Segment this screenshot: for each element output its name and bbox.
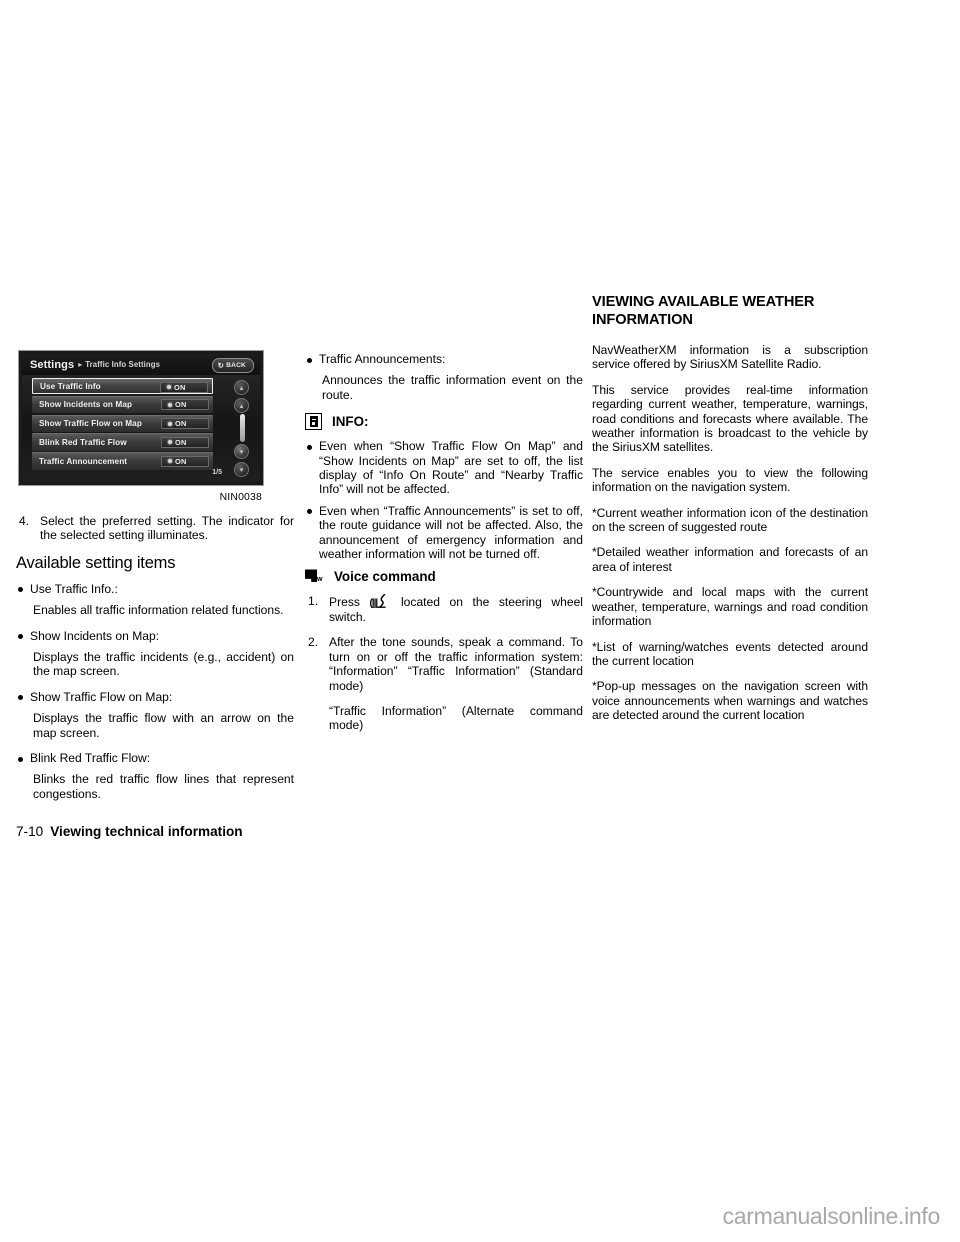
scroll-top-button[interactable]: ▴ [234,380,249,395]
nav-list-item-toggle[interactable]: ON [160,381,208,393]
nav-scroll-controls: ▴ ▴ ▾ ▾ [230,378,256,478]
nav-list-item-toggle[interactable]: ON [161,455,209,467]
breadcrumb-separator-icon: ▸ [78,360,83,369]
chevron-up-icon: ▴ [239,384,244,392]
page-number: 7-10 [16,824,44,839]
nav-list-item-value: ON [175,400,187,410]
nav-title: Settings [30,358,75,371]
voice-step-2-number: 2. [308,635,319,650]
nav-subtitle: Traffic Info Settings [85,360,161,369]
back-arrow-icon: ↻ [217,360,225,370]
voice-command-heading: w Voice command [305,568,583,585]
info-bullet-2: Even when “Traffic Announcements” is set… [305,504,583,562]
voice-command-heading-label: Voice command [334,569,436,585]
nav-list-item-toggle[interactable]: ON [161,399,209,411]
nav-list-item-use-traffic-info[interactable]: Use Traffic Info ON [32,378,213,395]
nav-list-item-value: ON [175,437,187,447]
navigation-screen-figure: Settings ▸ Traffic Info Settings ↻ BACK … [18,350,264,486]
voice-step-1-text: Press (||| located on the steering wheel… [329,594,583,624]
right-paragraph-3: The service enables you to view the foll… [592,465,868,495]
setting-item-title-show-incidents-on-map: Show Incidents on Map: [16,629,294,643]
nav-list-item-label: Blink Red Traffic Flow [39,438,127,448]
voice-command-icon: w [305,569,324,584]
voice-step-1: 1. Press (||| located on the steering wh… [305,594,583,624]
setting-item-desc-traffic-announcements: Announces the traffic information event … [322,373,583,402]
chevron-up-icon: ▴ [239,402,244,410]
nav-list-item-value: ON [175,419,187,429]
talk-curve-icon [377,594,387,609]
info-heading: INFO: [305,413,583,431]
available-setting-items-heading: Available setting items [16,553,176,572]
nav-list-item-toggle[interactable]: ON [161,436,209,448]
voice-step-1-number: 1. [308,594,319,609]
middle-column: Traffic Announcements: Announces the tra… [305,352,583,744]
setting-item-desc-use-traffic-info: Enables all traffic information related … [33,603,284,618]
right-feature-5: *Pop-up messages on the navigation scree… [592,679,868,723]
nav-settings-list: Use Traffic Info ON Show Incidents on Ma… [32,378,213,471]
step-4: 4. Select the preferred setting. The ind… [16,514,294,543]
indicator-led-icon [168,459,172,464]
step-4-number: 4. [19,514,30,528]
right-feature-3: *Countrywide and local maps with the cur… [592,585,868,629]
scrollbar-thumb[interactable] [239,414,245,442]
chevron-down-icon: ▾ [239,448,244,456]
nav-back-label: BACK [226,362,246,369]
right-paragraph-2: This service provides real-time informat… [592,382,868,455]
voice-step-2-text: After the tone sounds, speak a command. … [329,635,583,693]
setting-item-title-traffic-announcements: Traffic Announcements: [305,352,583,366]
watermark: carmanualsonline.info [722,1203,941,1229]
section-heading-viewing-available-weather-information: VIEWING AVAILABLE WEATHER INFORMATION [592,294,815,328]
indicator-led-icon [168,421,172,426]
right-paragraph-1: NavWeatherXM information is a subscripti… [592,343,868,372]
nav-list-item-label: Traffic Announcement [39,456,128,466]
nav-list-item-blink-red-traffic-flow[interactable]: Blink Red Traffic Flow ON [32,433,213,451]
nav-list-item-show-incidents-on-map[interactable]: Show Incidents on Map ON [32,395,213,414]
setting-item-title-show-traffic-flow-on-map: Show Traffic Flow on Map: [16,690,294,704]
setting-item-title-blink-red-traffic-flow: Blink Red Traffic Flow: [16,751,294,765]
voice-step-2: 2. After the tone sounds, speak a comman… [305,635,583,693]
scroll-down-button[interactable]: ▾ [234,444,249,459]
nav-page-indicator: 1/5 [212,469,222,476]
nav-list-item-label: Show Traffic Flow on Map [39,419,142,429]
info-bullet-1: Even when “Show Traffic Flow On Map” and… [305,439,583,497]
steering-wheel-talk-icon: (||| [369,594,391,609]
nav-list-item-show-traffic-flow-on-map[interactable]: Show Traffic Flow on Map ON [32,414,213,432]
nav-back-button[interactable]: ↻ BACK [211,358,254,373]
info-heading-label: INFO: [332,414,369,430]
scroll-bottom-button[interactable]: ▾ [234,462,249,477]
indicator-led-icon [168,440,172,445]
info-icon [305,413,322,431]
voice-step-1-text-after: located on the steering wheel switch. [329,595,583,624]
chevron-down-icon: ▾ [239,466,244,474]
right-feature-1: *Current weather information icon of the… [592,505,868,535]
page-footer: 7-10 Viewing technical information [16,824,243,840]
setting-item-desc-blink-red-traffic-flow: Blinks the red traffic flow lines that r… [33,772,294,801]
right-feature-2: *Detailed weather information and foreca… [592,545,868,574]
scroll-up-button[interactable]: ▴ [234,398,249,413]
setting-item-desc-show-incidents-on-map: Displays the traffic incidents (e.g., ac… [33,650,294,679]
nav-list-item-label: Use Traffic Info [40,381,101,391]
alternate-command-mode-text: “Traffic Information” (Alternate command… [329,703,583,733]
footer-section-title: Viewing technical information [50,824,243,839]
left-column: 4. Select the preferred setting. The ind… [16,514,294,812]
nav-list-item-value: ON [174,382,186,392]
setting-item-desc-show-traffic-flow-on-map: Displays the traffic flow with an arrow … [33,711,294,740]
manual-page: Settings ▸ Traffic Info Settings ↻ BACK … [0,0,960,1242]
right-feature-4: *List of warning/watches events detected… [592,639,868,668]
nav-list-item-toggle[interactable]: ON [161,418,209,430]
nav-list-item-label: Show Incidents on Map [39,400,133,410]
nav-list-item-value: ON [175,456,187,466]
setting-item-title-use-traffic-info: Use Traffic Info.: [16,582,294,596]
voice-step-1-text-before: Press [329,595,360,610]
nav-list-item-traffic-announcement[interactable]: Traffic Announcement ON [32,452,213,470]
step-4-text: Select the preferred setting. The indica… [40,514,294,543]
indicator-led-icon [167,385,171,389]
navigation-screen-inner: Settings ▸ Traffic Info Settings ↻ BACK … [22,354,260,482]
indicator-led-icon [168,402,172,407]
figure-caption: NIN0038 [219,492,262,503]
right-column: VIEWING AVAILABLE WEATHER INFORMATION Na… [592,294,868,723]
